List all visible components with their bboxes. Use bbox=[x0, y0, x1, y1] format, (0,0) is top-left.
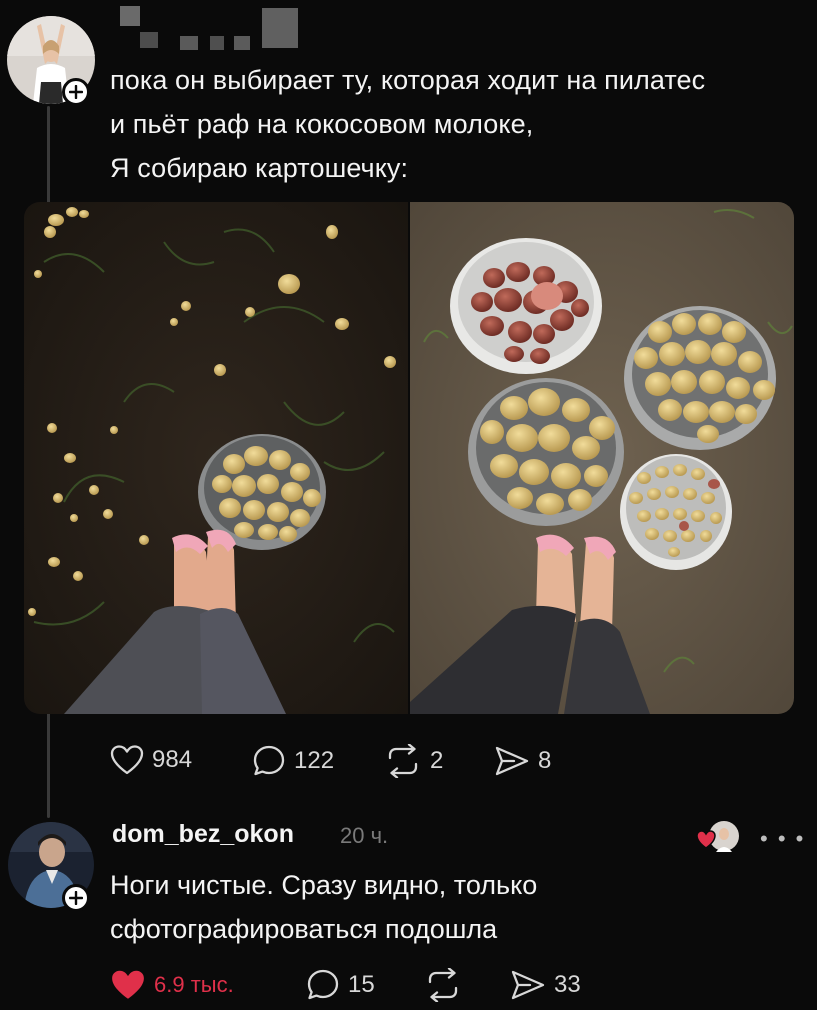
comment-repost-button[interactable] bbox=[424, 968, 462, 1002]
post-text-line: и пьёт раф на кокосовом молоке, bbox=[110, 109, 534, 139]
comment-text: Ноги чистые. Сразу видно, только сфотогр… bbox=[110, 863, 537, 951]
right-potato-bucket bbox=[624, 306, 776, 450]
share-button[interactable]: 8 bbox=[494, 744, 551, 778]
middle-potato-bucket bbox=[468, 378, 624, 526]
comment-like-button[interactable]: 6.9 тыс. bbox=[110, 968, 234, 1002]
comment-timestamp: 20 ч. bbox=[340, 823, 389, 848]
follow-commenter-button[interactable] bbox=[62, 884, 90, 912]
comment-button[interactable]: 122 bbox=[252, 744, 334, 778]
comment-like-count: 6.9 тыс. bbox=[154, 972, 234, 997]
author-liked-indicator bbox=[696, 818, 740, 856]
author-username-blurred[interactable] bbox=[118, 6, 308, 50]
small-potato-bucket bbox=[620, 454, 732, 570]
like-count: 984 bbox=[152, 746, 193, 773]
speech-bubble-icon bbox=[253, 745, 285, 776]
commenter-username[interactable]: dom_bez_okon bbox=[112, 820, 294, 849]
heart-icon bbox=[696, 830, 716, 849]
plus-icon bbox=[69, 85, 83, 99]
red-potato-bucket bbox=[450, 238, 602, 374]
post-text-line: Я собираю картошечку: bbox=[110, 153, 409, 183]
repost-icon bbox=[428, 968, 458, 1002]
comment-text-line: Ноги чистые. Сразу видно, только bbox=[110, 870, 538, 900]
comment-text-line: сфотографироваться подошла bbox=[110, 914, 498, 944]
paper-plane-icon bbox=[495, 746, 529, 776]
repost-button[interactable]: 2 bbox=[384, 744, 443, 778]
repost-count: 2 bbox=[430, 747, 444, 774]
more-dots-icon[interactable]: • • • bbox=[760, 826, 805, 852]
comment-reply-count: 15 bbox=[348, 971, 375, 998]
comment-reply-button[interactable]: 15 bbox=[306, 968, 375, 1002]
paper-plane-icon bbox=[511, 970, 545, 1000]
comment-share-button[interactable]: 33 bbox=[510, 968, 581, 1002]
right-photo bbox=[410, 202, 794, 714]
like-button[interactable]: 984 bbox=[110, 744, 192, 776]
heart-icon bbox=[110, 745, 144, 775]
repost-icon bbox=[388, 744, 418, 778]
post-text: пока он выбирает ту, которая ходит на пи… bbox=[110, 58, 800, 190]
post-photos[interactable] bbox=[24, 202, 794, 714]
post-text-line: пока он выбирает ту, которая ходит на пи… bbox=[110, 65, 706, 95]
comment-share-count: 33 bbox=[554, 971, 581, 998]
share-count: 8 bbox=[538, 747, 552, 774]
comment-count: 122 bbox=[294, 747, 335, 774]
heart-icon bbox=[112, 970, 144, 999]
plus-icon bbox=[69, 891, 83, 905]
left-photo bbox=[24, 202, 408, 714]
speech-bubble-icon bbox=[307, 969, 339, 1000]
follow-author-button[interactable] bbox=[62, 78, 90, 106]
